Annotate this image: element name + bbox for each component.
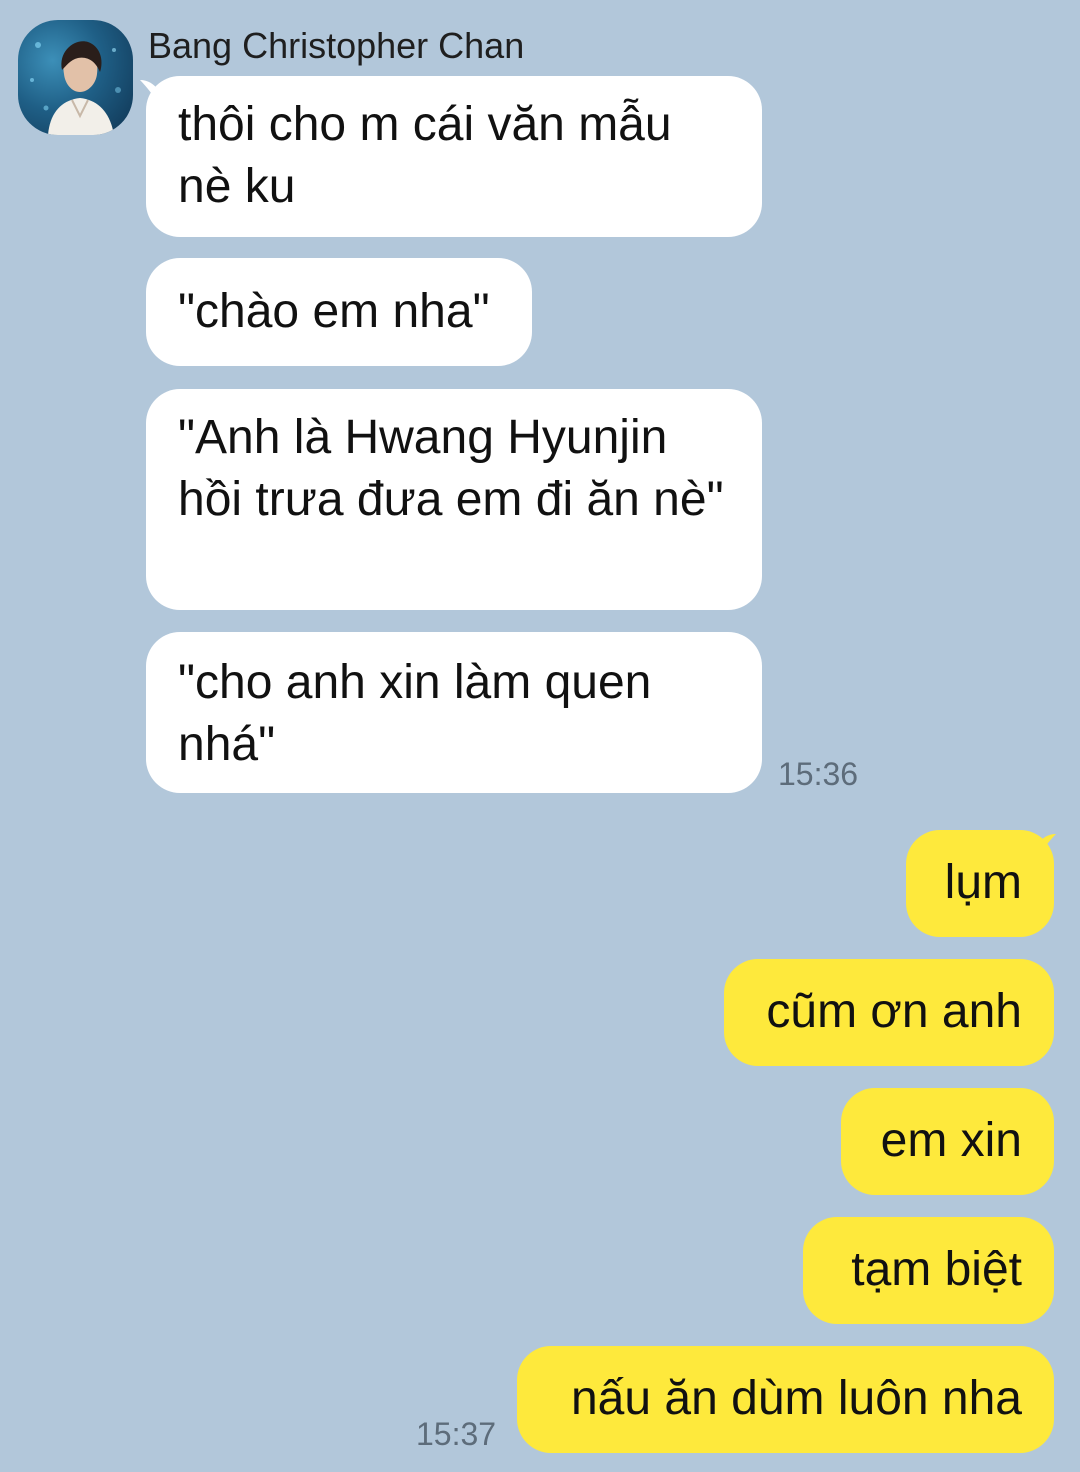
outgoing-message[interactable]: lụm — [906, 830, 1054, 937]
incoming-message[interactable]: "chào em nha" — [146, 258, 532, 366]
incoming-message[interactable]: "Anh là Hwang Hyunjin hồi trưa đưa em đi… — [146, 389, 762, 610]
message-timestamp: 15:36 — [778, 756, 859, 792]
outgoing-message[interactable]: tạm biệt — [803, 1217, 1054, 1324]
message-timestamp: 15:37 — [416, 1416, 497, 1452]
outgoing-message[interactable]: nấu ăn dùm luôn nha — [517, 1346, 1054, 1453]
incoming-message[interactable]: thôi cho m cái văn mẫu nè ku — [146, 76, 762, 237]
outgoing-message[interactable]: em xin — [841, 1088, 1054, 1195]
sender-avatar[interactable] — [18, 20, 133, 135]
incoming-message[interactable]: "cho anh xin làm quen nhá" — [146, 632, 762, 793]
sender-name: Bang Christopher Chan — [148, 25, 525, 66]
outgoing-message[interactable]: cũm ơn anh — [724, 959, 1054, 1066]
